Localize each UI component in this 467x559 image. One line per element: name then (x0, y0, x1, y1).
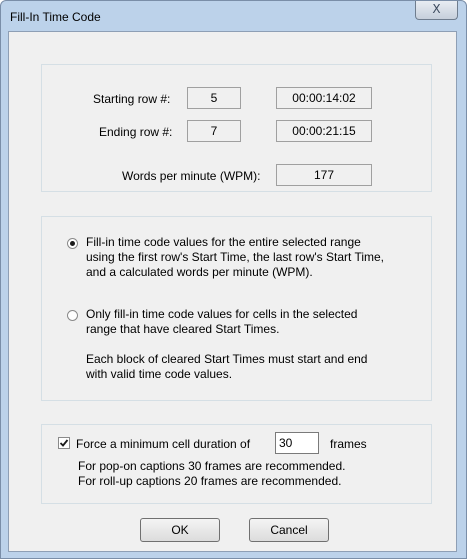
wpm-label: Words per minute (WPM): (122, 169, 261, 183)
option2-note-line: Each block of cleared Start Times must s… (86, 352, 368, 366)
min-duration-input[interactable]: 30 (275, 432, 319, 454)
close-button[interactable]: X (415, 1, 458, 20)
dialog-window: Fill-In Time Code X Starting row #: 5 00… (0, 0, 467, 559)
frames-unit-label: frames (330, 437, 367, 451)
option2-note-line: with valid time code values. (86, 367, 233, 381)
fill-cleared-note: Each block of cleared Start Times must s… (86, 352, 367, 382)
recommendation-line: For pop-on captions 30 frames are recomm… (78, 459, 346, 473)
window-title: Fill-In Time Code (10, 10, 101, 24)
option1-line: Fill-in time code values for the entire … (86, 235, 361, 249)
starting-row-field: 5 (187, 87, 241, 109)
wpm-field: 177 (276, 164, 372, 186)
option1-line: using the first row's Start Time, the la… (86, 250, 385, 264)
fill-entire-range-text: Fill-in time code values for the entire … (86, 235, 384, 280)
force-min-duration-label[interactable]: Force a minimum cell duration of (76, 437, 250, 451)
fill-cleared-only-radio[interactable] (67, 310, 78, 321)
title-bar[interactable]: Fill-In Time Code X (1, 1, 466, 31)
force-min-duration-checkbox[interactable] (58, 437, 70, 449)
dialog-client-area: Starting row #: 5 00:00:14:02 Ending row… (8, 31, 457, 552)
close-icon: X (432, 2, 441, 16)
ok-button[interactable]: OK (140, 518, 220, 542)
option1-line: and a calculated words per minute (WPM). (86, 265, 313, 279)
fill-entire-range-radio[interactable] (67, 238, 78, 249)
cancel-button[interactable]: Cancel (249, 518, 329, 542)
ending-row-field: 7 (187, 120, 241, 142)
starting-row-label: Starting row #: (93, 92, 171, 106)
recommendation-line: For roll-up captions 20 frames are recom… (78, 474, 342, 488)
fill-cleared-only-text: Only fill-in time code values for cells … (86, 307, 357, 337)
starting-time-field: 00:00:14:02 (276, 87, 372, 109)
duration-recommendation: For pop-on captions 30 frames are recomm… (78, 459, 345, 489)
option2-line: Only fill-in time code values for cells … (86, 307, 358, 321)
checkmark-icon (59, 439, 69, 447)
ending-time-field: 00:00:21:15 (276, 120, 372, 142)
ending-row-label: Ending row #: (99, 125, 173, 139)
option2-line: range that have cleared Start Times. (86, 322, 280, 336)
